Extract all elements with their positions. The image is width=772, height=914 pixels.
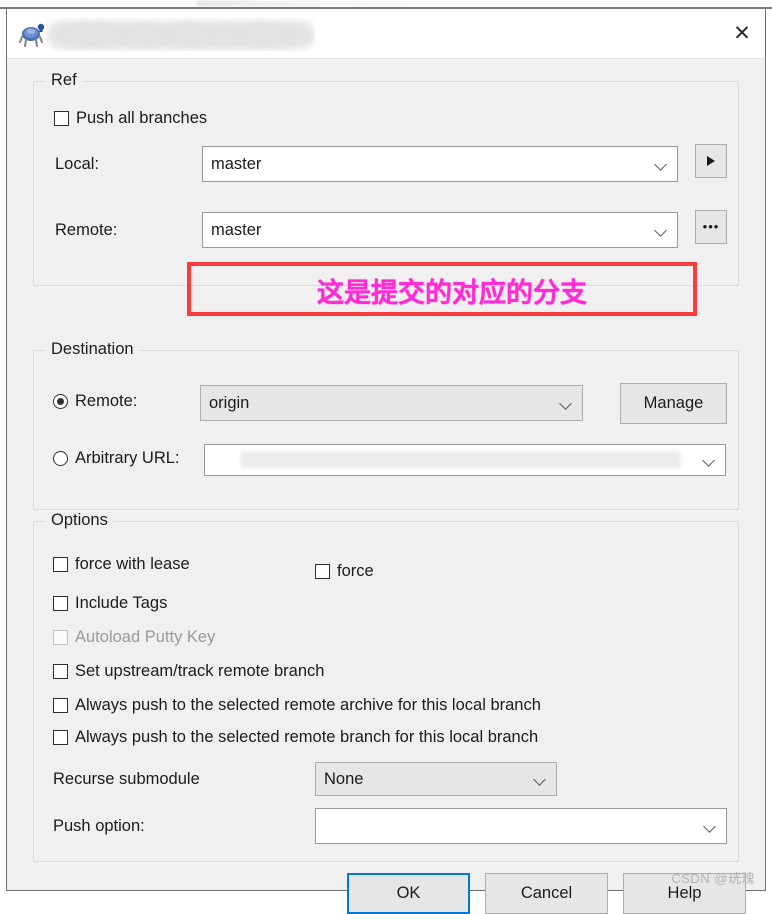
ellipsis-icon: ••• — [702, 219, 720, 235]
destination-arbitrary-url-radio[interactable]: Arbitrary URL: — [53, 449, 180, 468]
checkbox-box[interactable] — [53, 557, 68, 572]
ok-button-label: OK — [396, 884, 421, 902]
checkbox-box[interactable] — [53, 596, 68, 611]
options-group: Options force with lease force Include T… — [33, 511, 739, 862]
radio-dot[interactable] — [53, 451, 68, 466]
recurse-submodule-combo[interactable]: None — [315, 762, 557, 796]
title-bar: ✕ — [7, 9, 765, 59]
chevron-down-icon — [702, 818, 718, 834]
push-option-combo[interactable] — [315, 808, 727, 844]
destination-remote-value: origin — [209, 393, 250, 412]
local-branch-value: master — [211, 154, 262, 173]
force-checkbox[interactable]: force — [315, 562, 374, 581]
destination-arbitrary-url-label: Arbitrary URL: — [75, 449, 180, 467]
radio-dot[interactable] — [53, 394, 68, 409]
always-push-branch-label: Always push to the selected remote branc… — [75, 728, 539, 746]
csdn-watermark: CSDN @珖瑰 — [671, 871, 755, 886]
background-window-ghost-text — [196, 1, 416, 6]
triangle-right-icon — [707, 156, 715, 166]
set-upstream-checkbox[interactable]: Set upstream/track remote branch — [53, 662, 324, 681]
destination-remote-radio[interactable]: Remote: — [53, 392, 137, 411]
window-top-edge-strip — [0, 0, 772, 9]
manage-button-label: Manage — [643, 394, 704, 412]
annotation-text: 这是提交的对应的分支 — [317, 278, 587, 309]
push-dialog: ✕ Ref Push all branches Local: master Re… — [6, 9, 766, 914]
local-branch-browse-button[interactable] — [695, 144, 727, 178]
window-title-redacted — [45, 17, 315, 51]
ref-group-legend: Ref — [46, 71, 82, 90]
push-option-label: Push option: — [53, 817, 145, 835]
dialog-body: Ref Push all branches Local: master Remo… — [7, 59, 765, 914]
destination-remote-label: Remote: — [75, 392, 138, 410]
remote-branch-value: master — [211, 220, 262, 239]
redacted-url-value — [241, 451, 681, 468]
always-push-archive-label: Always push to the selected remote archi… — [75, 696, 541, 714]
autoload-putty-key-checkbox: Autoload Putty Key — [53, 628, 215, 647]
recurse-submodule-label: Recurse submodule — [53, 770, 200, 788]
always-push-archive-checkbox[interactable]: Always push to the selected remote archi… — [53, 696, 541, 715]
force-label: force — [337, 562, 374, 580]
chevron-down-icon — [653, 222, 669, 238]
remote-branch-label: Remote: — [55, 221, 118, 239]
autoload-putty-key-label: Autoload Putty Key — [75, 628, 216, 646]
checkbox-box[interactable] — [315, 564, 330, 579]
destination-group-legend: Destination — [46, 340, 139, 359]
chevron-down-icon — [701, 452, 717, 468]
destination-arbitrary-url-combo[interactable] — [204, 444, 726, 476]
cancel-button[interactable]: Cancel — [485, 873, 608, 914]
ref-group: Ref Push all branches Local: master Remo… — [33, 71, 739, 286]
options-group-legend: Options — [46, 511, 113, 530]
destination-remote-combo[interactable]: origin — [200, 385, 583, 421]
local-branch-combo[interactable]: master — [202, 146, 678, 182]
include-tags-checkbox[interactable]: Include Tags — [53, 594, 167, 613]
ok-button[interactable]: OK — [347, 873, 470, 914]
force-with-lease-checkbox[interactable]: force with lease — [53, 555, 190, 574]
push-all-branches-checkbox[interactable]: Push all branches — [54, 109, 207, 128]
cancel-button-label: Cancel — [520, 884, 573, 902]
chevron-down-icon — [532, 771, 548, 787]
push-all-branches-label: Push all branches — [76, 109, 208, 127]
set-upstream-label: Set upstream/track remote branch — [75, 662, 325, 680]
chevron-down-icon — [653, 156, 669, 172]
git-extensions-icon — [18, 23, 45, 48]
always-push-branch-checkbox[interactable]: Always push to the selected remote branc… — [53, 728, 538, 747]
remote-branch-browse-button[interactable]: ••• — [695, 210, 727, 244]
checkbox-box[interactable] — [53, 698, 68, 713]
close-icon[interactable]: ✕ — [719, 9, 765, 58]
local-label: Local: — [55, 155, 100, 173]
remote-branch-combo[interactable]: master — [202, 212, 678, 248]
recurse-submodule-value: None — [324, 769, 364, 788]
manage-remotes-button[interactable]: Manage — [620, 383, 727, 424]
destination-group: Destination Remote: origin Manage Arbitr… — [33, 340, 739, 510]
force-with-lease-label: force with lease — [75, 555, 190, 573]
checkbox-box[interactable] — [53, 730, 68, 745]
include-tags-label: Include Tags — [75, 594, 168, 612]
checkbox-box[interactable] — [53, 664, 68, 679]
chevron-down-icon — [558, 395, 574, 411]
checkbox-box[interactable] — [54, 111, 69, 126]
checkbox-box — [53, 630, 68, 645]
